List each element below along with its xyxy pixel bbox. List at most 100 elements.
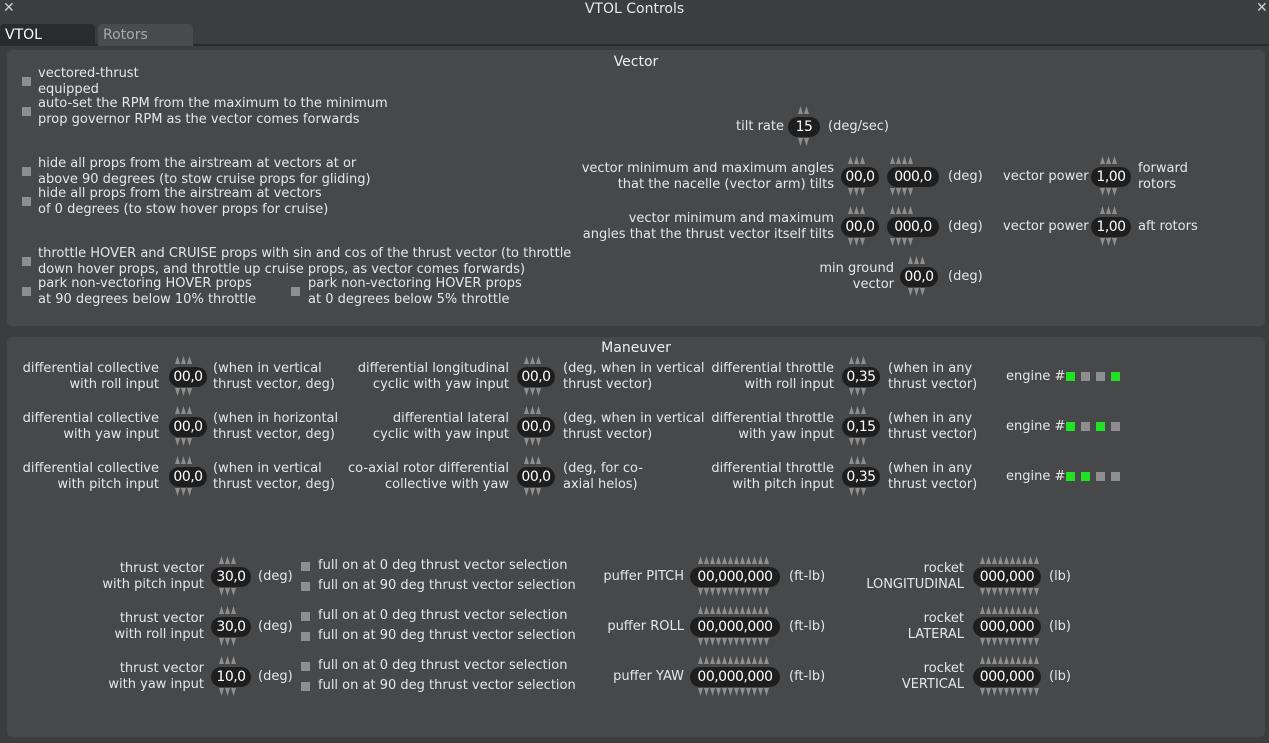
min-ground-vector-field[interactable]: 00,0 [900, 267, 938, 287]
spinner-down[interactable] [175, 388, 192, 396]
pitch-sel90-checkbox[interactable] [301, 582, 310, 591]
park-hover-90-checkbox[interactable] [22, 287, 31, 296]
spinner-down[interactable] [175, 438, 192, 446]
thrust-min-field[interactable]: 00,0 [841, 217, 879, 237]
puffer-pitch-field[interactable]: 00,000,000 [690, 567, 780, 587]
spinner-up[interactable] [175, 456, 192, 464]
diff-lateral-field[interactable]: 00,0 [517, 417, 555, 437]
spinner-down[interactable] [219, 688, 236, 696]
spinner-up[interactable] [849, 356, 866, 364]
rocket-vertical-field[interactable]: 000,000 [973, 667, 1041, 687]
spinner-down[interactable] [698, 638, 769, 646]
rocket-lateral-field[interactable]: 000,000 [973, 617, 1041, 637]
spinner-up[interactable] [1100, 156, 1117, 164]
hide-props-90-checkbox[interactable] [22, 167, 31, 176]
tilt-rate-field[interactable]: 15 [788, 117, 820, 137]
thrust-max-field[interactable]: 000,0 [887, 217, 939, 237]
spinner-up[interactable] [698, 656, 769, 664]
spinner-down[interactable] [849, 488, 866, 496]
spinner-up[interactable] [524, 356, 541, 364]
yaw-sel90-checkbox[interactable] [301, 682, 310, 691]
engine-3-checkbox[interactable] [1096, 372, 1105, 381]
close-icon[interactable]: ✕ [1256, 0, 1268, 16]
spinner-down[interactable] [890, 238, 913, 246]
puffer-roll-field[interactable]: 00,000,000 [690, 617, 780, 637]
spinner-down[interactable] [980, 588, 1039, 596]
throttle-sincos-checkbox[interactable] [22, 257, 31, 266]
spinner-down[interactable] [848, 238, 865, 246]
spinner-up[interactable] [980, 606, 1039, 614]
spinner-down[interactable] [524, 438, 541, 446]
engine-2-checkbox[interactable] [1081, 472, 1090, 481]
spinner-up[interactable] [849, 456, 866, 464]
vector-power-fwd-field[interactable]: 1,00 [1091, 167, 1131, 187]
spinner-up[interactable] [980, 556, 1039, 564]
engine-1-checkbox[interactable] [1066, 472, 1075, 481]
spinner-up[interactable] [219, 656, 236, 664]
spinner-down[interactable] [890, 188, 913, 196]
yaw-sel0-checkbox[interactable] [301, 662, 310, 671]
spinner-down[interactable] [1100, 238, 1117, 246]
spinner-up[interactable] [849, 406, 866, 414]
engine-2-checkbox[interactable] [1081, 372, 1090, 381]
spinner-down[interactable] [219, 588, 236, 596]
spinner-down[interactable] [980, 638, 1039, 646]
spinner-down[interactable] [908, 288, 925, 296]
diff-collective-pitch-field[interactable]: 00,0 [169, 467, 207, 487]
vectored-thrust-checkbox[interactable] [22, 77, 31, 86]
engine-4-checkbox[interactable] [1111, 372, 1120, 381]
spinner-up[interactable] [848, 156, 865, 164]
tab-vtol[interactable]: VTOL [0, 24, 95, 46]
puffer-yaw-field[interactable]: 00,000,000 [690, 667, 780, 687]
spinner-up[interactable] [524, 456, 541, 464]
spinner-down[interactable] [175, 488, 192, 496]
spinner-down[interactable] [980, 688, 1039, 696]
spinner-down[interactable] [698, 588, 769, 596]
thrust-vector-roll-field[interactable]: 30,0 [211, 617, 251, 637]
diff-longitudinal-field[interactable]: 00,0 [517, 367, 555, 387]
engine-3-checkbox[interactable] [1096, 472, 1105, 481]
engine-4-checkbox[interactable] [1111, 422, 1120, 431]
diff-collective-roll-field[interactable]: 00,0 [169, 367, 207, 387]
rocket-longitudinal-field[interactable]: 000,000 [973, 567, 1041, 587]
roll-sel0-checkbox[interactable] [301, 612, 310, 621]
diff-throttle-roll-field[interactable]: 0,35 [842, 367, 880, 387]
spinner-down[interactable] [219, 638, 236, 646]
diff-throttle-yaw-field[interactable]: 0,15 [842, 417, 880, 437]
spinner-up[interactable] [1100, 206, 1117, 214]
spinner-up[interactable] [175, 356, 192, 364]
spinner-down[interactable] [849, 438, 866, 446]
spinner-down[interactable] [524, 488, 541, 496]
hide-props-0-checkbox[interactable] [22, 197, 31, 206]
spinner-down[interactable] [849, 388, 866, 396]
spinner-up[interactable] [908, 256, 925, 264]
spinner-up[interactable] [848, 206, 865, 214]
spinner-down[interactable] [848, 188, 865, 196]
thrust-vector-yaw-field[interactable]: 10,0 [211, 667, 251, 687]
engine-1-checkbox[interactable] [1066, 372, 1075, 381]
engine-1-checkbox[interactable] [1066, 422, 1075, 431]
engine-3-checkbox[interactable] [1096, 422, 1105, 431]
spinner-down[interactable] [1100, 188, 1117, 196]
spinner-up[interactable] [890, 206, 913, 214]
vector-power-aft-field[interactable]: 1,00 [1091, 217, 1131, 237]
auto-rpm-checkbox[interactable] [22, 107, 31, 116]
nacelle-max-field[interactable]: 000,0 [887, 167, 939, 187]
spinner-down[interactable] [524, 388, 541, 396]
park-hover-0-checkbox[interactable] [291, 287, 300, 296]
spinner-up[interactable] [698, 556, 769, 564]
pitch-sel0-checkbox[interactable] [301, 562, 310, 571]
roll-sel90-checkbox[interactable] [301, 632, 310, 641]
spinner-up[interactable] [980, 656, 1039, 664]
nacelle-min-field[interactable]: 00,0 [841, 167, 879, 187]
spinner-up[interactable] [219, 606, 236, 614]
diff-throttle-pitch-field[interactable]: 0,35 [842, 467, 880, 487]
close-icon[interactable]: ✕ [3, 0, 15, 16]
diff-collective-yaw-field[interactable]: 00,0 [169, 417, 207, 437]
engine-4-checkbox[interactable] [1111, 472, 1120, 481]
spinner-down[interactable] [798, 138, 809, 146]
thrust-vector-pitch-field[interactable]: 30,0 [211, 567, 251, 587]
spinner-up[interactable] [175, 406, 192, 414]
engine-2-checkbox[interactable] [1081, 422, 1090, 431]
coaxial-diff-field[interactable]: 00,0 [517, 467, 555, 487]
